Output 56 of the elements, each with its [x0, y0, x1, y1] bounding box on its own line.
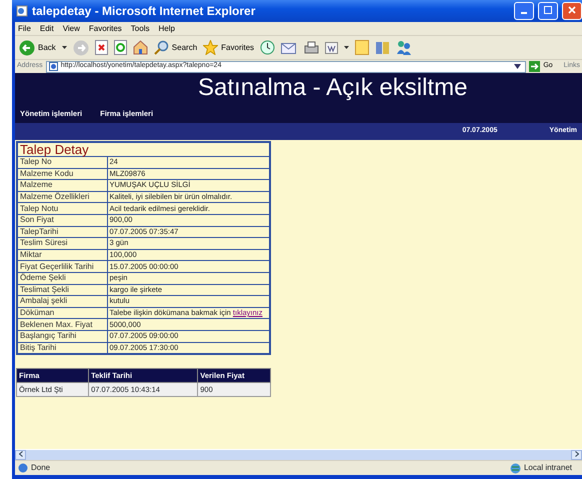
menu-item[interactable]: Edit [40, 22, 54, 34]
globe-icon [510, 462, 521, 474]
search-icon [154, 40, 169, 55]
page-icon [18, 463, 28, 473]
people-icon[interactable] [396, 40, 412, 55]
page-title: Satınalma - Açık eksiltme [197, 74, 468, 102]
field-label: Fiyat Geçerlilik Tarihi [17, 260, 107, 272]
field-label: Ödeme Şekli [17, 272, 107, 284]
close-button[interactable] [562, 2, 582, 20]
scroll-right-button[interactable] [571, 450, 582, 460]
menu-item[interactable]: Favorites [88, 22, 122, 34]
field-label: Beklenen Max. Fiyat [17, 318, 107, 330]
window-title: talepdetay - Microsoft Internet Explorer [32, 3, 256, 20]
field-label: Talep Notu [17, 202, 107, 214]
field-label: Ambalaj şekli [17, 296, 107, 308]
refresh-icon[interactable] [114, 40, 127, 55]
caret-icon[interactable] [344, 46, 350, 49]
star-icon [203, 40, 218, 55]
field-label: Teslim Süresi [17, 238, 107, 250]
dropdown-icon[interactable] [514, 64, 522, 69]
field-label: Son Fiyat [17, 214, 107, 226]
stop-icon[interactable] [94, 40, 108, 55]
maximize-button[interactable] [538, 2, 558, 20]
field-label: TalepTarihi [17, 226, 107, 238]
back-button[interactable]: Back [19, 40, 56, 56]
status-text: Done [31, 462, 50, 474]
favorites-button[interactable]: Favorites [203, 40, 254, 55]
minimize-button[interactable] [514, 2, 534, 20]
field-label: Miktar [17, 249, 107, 261]
history-icon[interactable] [260, 40, 276, 55]
menu-item[interactable]: Tools [130, 22, 150, 34]
search-button[interactable]: Search [154, 40, 198, 55]
field-label: Malzeme Kodu [17, 168, 107, 180]
page-icon [48, 62, 58, 71]
caret-icon[interactable] [62, 46, 67, 49]
field-label: Teslimat Şekli [17, 284, 107, 296]
horizontal-scrollbar[interactable] [15, 449, 582, 460]
table-title: Talep Detay [17, 142, 270, 156]
mail-icon[interactable] [281, 41, 298, 54]
menu-item[interactable]: Help [158, 22, 175, 34]
field-label: Talep No [17, 156, 107, 168]
field-label: Döküman [17, 307, 107, 319]
home-icon[interactable] [132, 40, 148, 55]
close-icon [568, 6, 576, 14]
zone-text: Local intranet [524, 462, 572, 474]
go-arrow-icon [529, 61, 540, 72]
field-label: Başlangıç Tarihi [17, 330, 107, 342]
field-label: Malzeme [17, 180, 107, 192]
document-icon[interactable] [325, 42, 338, 54]
menu-item[interactable]: View [62, 22, 80, 34]
menu-item[interactable]: File [18, 22, 31, 34]
page-icon [16, 5, 28, 17]
field-label: Malzeme Özellikleri [17, 191, 107, 203]
scroll-left-button[interactable] [15, 450, 26, 460]
printer-icon[interactable] [304, 40, 320, 54]
maximize-icon [544, 6, 552, 14]
